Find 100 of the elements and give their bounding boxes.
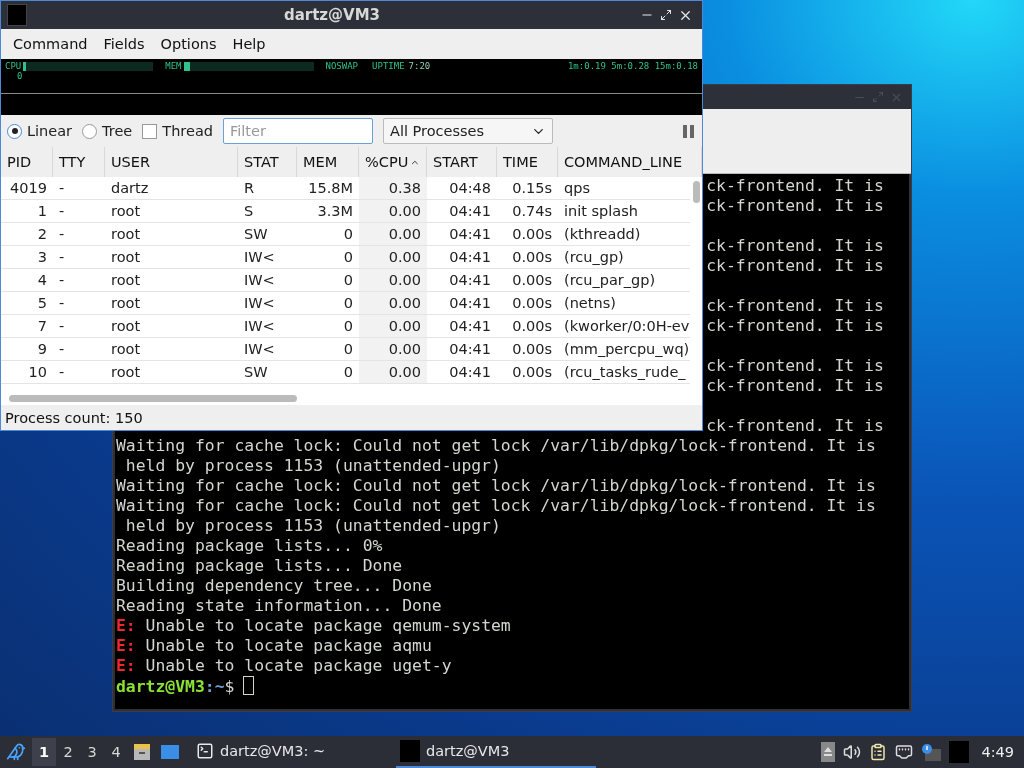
terminal-line: Building dependency tree... Done [116, 576, 432, 595]
table-cell-text: 0.00s [511, 294, 553, 313]
table-cell-text: root [110, 271, 142, 290]
table-cell-text: 0 [342, 317, 354, 336]
swap-label: NOSWAP [325, 61, 359, 71]
table-cell-text: - [58, 340, 66, 359]
scrollbar-thumb[interactable] [692, 181, 700, 203]
terminal-line: ck-frontend. It is [706, 236, 884, 255]
terminal-error-line: E: Unable to locate package uget-y [116, 656, 452, 675]
terminal-line: Reading package lists... 0% [116, 536, 383, 555]
table-cell-text: (kthreadd) [563, 225, 642, 244]
terminal-line: Reading state information... Done [116, 596, 442, 615]
text-cursor [243, 676, 255, 695]
table-cell-text: (rcu_par_gp) [563, 271, 657, 290]
table-cell-text: IW< [243, 317, 276, 336]
table-cell-text: 0.00s [511, 248, 553, 267]
table-cell-text: - [58, 248, 66, 267]
table-cell-text: root [110, 248, 142, 267]
terminal-line: Waiting for cache lock: Could not get lock /var/lib/dpkg/lock-frontend. It is [116, 496, 876, 515]
table-cell: 0.00 [359, 269, 427, 291]
table-cell-text: S [243, 202, 255, 221]
table-cell-text: 0 [342, 225, 354, 244]
table-cell: 0.00 [359, 292, 427, 314]
table-cell-text: 0.00s [511, 363, 553, 382]
table-cell-text: IW< [243, 294, 276, 313]
table-cell-text: 04:41 [448, 294, 492, 313]
table-cell-text: 3.3M [316, 202, 354, 221]
terminal-line: ck-frontend. It is [706, 356, 884, 375]
thread-checkbox[interactable]: Thread [142, 123, 213, 139]
uptime-value: 7:20 [408, 61, 431, 71]
menu-item[interactable]: Help [224, 36, 274, 52]
terminal-line: ck-frontend. It is [706, 416, 884, 435]
table-cell-text: - [58, 317, 66, 336]
taskbar-task[interactable]: dartz@VM3: ~ [192, 736, 392, 768]
uptime-label: UPTIME [372, 61, 405, 71]
table-cell: 0.00 [359, 315, 427, 337]
table-cell: 0.00 [359, 361, 427, 383]
table-cell-text: 0 [342, 248, 354, 267]
taskbar-task[interactable]: dartz@VM3 [396, 736, 596, 768]
workspace-button[interactable]: 3 [80, 738, 104, 766]
table-cell-text: root [110, 340, 142, 359]
process-count: Process count: 150 [5, 410, 143, 426]
view-mode-radio[interactable]: Tree [82, 123, 133, 139]
table-cell-text: SW [243, 225, 269, 244]
workspace-button[interactable]: 2 [56, 738, 80, 766]
table-cell: 0.00 [359, 246, 427, 268]
table-cell: 0.00 [359, 200, 427, 222]
terminal-line: ck-frontend. It is [706, 256, 884, 275]
menu-item[interactable]: Fields [95, 36, 153, 52]
table-cell-text: 10 [27, 363, 48, 382]
table-cell: 0.38 [359, 177, 427, 199]
table-cell-text: (kworker/0:0H-ev [563, 317, 690, 336]
table-cell-text: 0 [342, 271, 354, 290]
terminal-line: ck-frontend. It is [706, 316, 884, 335]
table-cell-text: 04:41 [448, 248, 492, 267]
table-cell-text: root [110, 225, 142, 244]
table-cell-text: (rcu_tasks_rude_ [563, 363, 687, 382]
table-cell-text: SW [243, 363, 269, 382]
terminal-line: Waiting for cache lock: Could not get lock /var/lib/dpkg/lock-frontend. It is [116, 436, 876, 455]
table-cell-text: IW< [243, 271, 276, 290]
pause-button[interactable] [681, 122, 696, 140]
menu-item[interactable]: Options [152, 36, 225, 52]
scrollbar-thumb[interactable] [9, 394, 297, 402]
table-cell-text: 0.00s [511, 317, 553, 336]
terminal-line: Waiting for cache lock: Could not get lock /var/lib/dpkg/lock-frontend. It is [116, 476, 876, 495]
table-cell-text: 04:41 [448, 271, 492, 290]
table-cell-text: 0.15s [511, 179, 553, 198]
load-average: 1m:0.19 5m:0.28 15m:0.18 [567, 61, 698, 71]
clock: 4:49 [980, 744, 1015, 760]
table-cell: 0.00 [359, 338, 427, 360]
menu-item[interactable]: Command [5, 36, 96, 52]
process-filter-dropdown[interactable]: All Processes [383, 118, 553, 144]
table-cell-text: 5 [36, 294, 48, 313]
table-cell-text: root [110, 317, 142, 336]
table-cell-text: 04:41 [448, 317, 492, 336]
table-cell-text: IW< [243, 248, 276, 267]
view-mode-radio[interactable]: Linear [7, 123, 73, 139]
table-cell-text: 9 [36, 340, 48, 359]
terminal-line: ck-frontend. It is [706, 196, 884, 215]
window-title: dartz@VM3 [282, 6, 382, 24]
table-cell-text: root [110, 202, 142, 221]
table-cell-text: 4 [36, 271, 48, 290]
table-cell-text: - [58, 363, 66, 382]
table-cell: 0.00 [359, 223, 427, 245]
table-cell-text: - [58, 179, 66, 198]
terminal-line: held by process 1153 (unattended-upgr) [124, 516, 501, 535]
workspace-button[interactable]: 4 [104, 738, 128, 766]
table-cell-text: qps [563, 179, 591, 198]
table-cell-text: - [58, 271, 66, 290]
table-cell-text: (netns) [563, 294, 617, 313]
table-cell-text: 04:48 [448, 179, 492, 198]
app-icon [400, 740, 420, 762]
table-cell-text: 1 [36, 202, 48, 221]
table-cell-text: - [58, 225, 66, 244]
terminal-line: ck-frontend. It is [706, 176, 884, 195]
table-cell-text: 4019 [9, 179, 48, 198]
table-cell-text: 0.00s [511, 225, 553, 244]
table-cell-text: - [58, 294, 66, 313]
filter-field[interactable]: Filter [223, 118, 373, 144]
workspace-button[interactable]: 1 [32, 738, 56, 766]
